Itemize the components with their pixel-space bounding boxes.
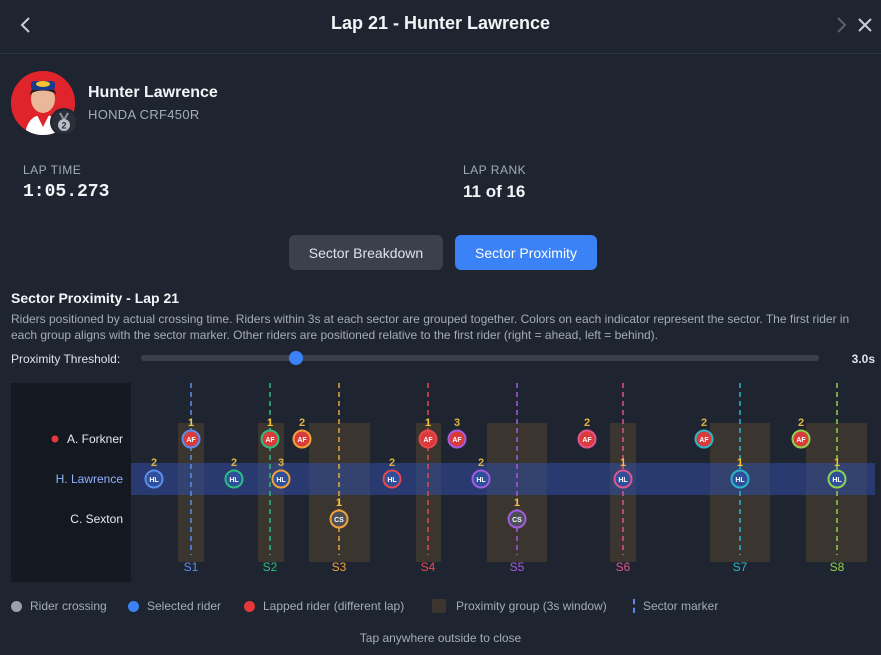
threshold-slider-handle[interactable] [288,351,303,365]
legend-group-label: Proximity group (3s window) [456,599,607,613]
crossing-initials: HL [832,477,842,484]
red-dot-icon [244,600,255,612]
crossing-initials: HL [387,477,397,484]
crossing-rank: 1 [737,457,743,469]
crossing-rank: 1 [514,497,520,509]
crossing-rank: 3 [454,417,460,429]
crossing-rank: 2 [299,417,305,429]
lap-time-label: LAP TIME [23,163,82,177]
section-description: Riders positioned by actual crossing tim… [11,312,850,342]
crossing-rank: 3 [278,457,284,469]
crossing-initials: AF [796,437,806,444]
legend-lapped: Lapped rider (different lap) [244,599,404,613]
crossing-initials: AF [423,437,433,444]
rider-label-CS: C. Sexton [70,512,123,526]
crossing-initials: AF [186,437,196,444]
dashed-line-icon [633,599,635,613]
legend-crossing: Rider crossing [11,599,107,613]
rider-name: Hunter Lawrence [88,84,218,101]
lapped-indicator-dot [51,435,59,443]
crossing-initials: CS [512,517,522,524]
crossing-rank: 2 [389,457,395,469]
threshold-value: 3.0s [851,352,875,366]
crossing-initials: HL [476,477,486,484]
crossing-initials: AF [297,437,307,444]
legend-marker: Sector marker [633,599,718,613]
sector-label-S5: S5 [510,560,525,574]
chevron-right-icon[interactable] [832,14,850,36]
section-title: Sector Proximity - Lap 21 [11,290,180,306]
threshold-label: Proximity Threshold: [11,352,121,366]
threshold-slider-track[interactable] [141,355,819,361]
crossing-rank: 2 [231,457,237,469]
medal-icon: 2 [58,112,70,131]
legend-marker-label: Sector marker [643,599,719,613]
sector-proximity-chart: S1 S2 S3 S4 S5 S6 S7 S8 A. Forkner H. Lawrence C. … [11,383,875,582]
sector-label-S2: S2 [263,560,278,574]
blue-dot-icon [128,600,139,612]
crossing-rank: 2 [701,417,707,429]
page-title: Lap 21 - Hunter Lawrence [330,13,551,33]
grey-dot-icon [11,600,22,612]
legend-crossing-label: Rider crossing [30,599,107,613]
crossing-initials: HL [149,477,159,484]
close-hint: Tap anywhere outside to close [359,631,522,645]
legend-group: Proximity group (3s window) [432,599,607,613]
lap-rank-label: LAP RANK [463,163,527,177]
sector-label-S8: S8 [830,560,845,574]
medal-badge: 2 [50,108,78,136]
crossing-initials: CS [334,517,344,524]
rider-bike: HONDA CRF450R [88,107,200,122]
crossing-initials: AF [582,437,592,444]
sector-label-S6: S6 [616,560,631,574]
crossing-rank: 2 [478,457,484,469]
legend: Rider crossing Selected rider Lapped rid… [11,599,875,615]
legend-selected-label: Selected rider [147,599,222,613]
legend-selected: Selected rider [128,599,221,613]
crossing-initials: HL [618,477,628,484]
header: Lap 21 - Hunter Lawrence [0,0,881,54]
legend-lapped-label: Lapped rider (different lap) [263,599,405,613]
lap-time-value: 1:05.273 [23,182,110,202]
crossing-rank: 2 [584,417,590,429]
crossing-rank: 1 [425,417,431,429]
sector-label-S4: S4 [421,560,436,574]
crossing-rank: 1 [188,417,194,429]
lap-rank-value: 11 of 16 [463,182,526,201]
crossing-initials: AF [452,437,462,444]
crossing-rank: 1 [336,497,342,509]
crossing-initials: HL [229,477,239,484]
close-icon[interactable] [856,14,874,36]
medal-rank: 2 [61,121,66,131]
tab-sector-breakdown[interactable]: Sector Breakdown [289,235,443,270]
crossing-rank: 1 [620,457,626,469]
rider-label-HL: H. Lawrence [56,472,124,486]
crossing-initials: HL [276,477,286,484]
group-box-icon [432,599,446,613]
rider-label-AF: A. Forkner [67,432,123,446]
crossing-rank: 2 [151,457,157,469]
sector-label-S7: S7 [733,560,748,574]
crossing-initials: HL [735,477,745,484]
crossing-rank: 1 [267,417,273,429]
crossing-rank: 2 [798,417,804,429]
sector-label-S1: S1 [184,560,199,574]
crossing-initials: AF [265,437,275,444]
crossing-initials: AF [699,437,709,444]
crossing-rank: 1 [834,457,840,469]
sector-label-S3: S3 [332,560,347,574]
tab-sector-proximity[interactable]: Sector Proximity [455,235,597,270]
